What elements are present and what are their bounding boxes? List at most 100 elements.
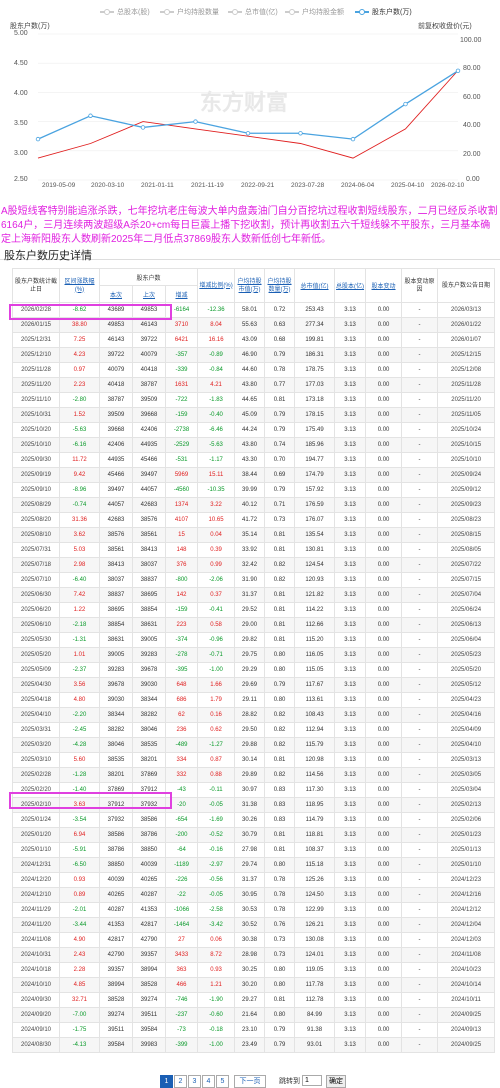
header-total-shares[interactable]: 总股本(亿)	[334, 268, 367, 303]
cell-current: 38576	[99, 527, 133, 543]
cell-current: 39005	[99, 647, 133, 663]
page-button[interactable]: 1	[160, 1075, 173, 1088]
cell-total-shares: 3.13	[334, 512, 367, 528]
table-row: 2025/06/30 7.42 38837 38695 142 0.37 31.37 0.81…	[12, 587, 496, 603]
cell-announce-date: 2024/11/08	[437, 947, 496, 963]
cell-avg-shares: 0.73	[264, 512, 296, 528]
cell-date: 2025/02/20	[12, 782, 60, 798]
cell-total-mv: 119.05	[294, 962, 336, 978]
cell-avg-value: 27.98	[234, 842, 266, 858]
cell-avg-value: 35.14	[234, 527, 266, 543]
cell-total-shares: 3.13	[334, 467, 367, 483]
cell-change-ratio: -0.52	[197, 827, 236, 843]
cell-announce-date: 2025/08/23	[437, 512, 496, 528]
header-range-change[interactable]: 区间涨跌幅(%)	[59, 268, 100, 303]
cell-share-change: 0.00	[365, 737, 403, 753]
cell-date: 2025/05/30	[12, 632, 60, 648]
cell-change: -4560	[164, 482, 199, 498]
cell-share-reason: -	[401, 527, 439, 543]
header-change-ratio[interactable]: 增减比例(%)	[197, 268, 236, 303]
cell-avg-value: 30.14	[234, 752, 266, 768]
cell-change-ratio: -0.56	[197, 872, 236, 888]
header-current[interactable]: 本次	[99, 285, 133, 303]
cell-date: 2025/10/31	[12, 407, 60, 423]
table-row: 2025/07/18 2.98 38413 38037 376 0.99 32.42 0.82…	[12, 557, 496, 573]
cell-range-change: 4.80	[59, 692, 100, 708]
next-page-button[interactable]: 下一页	[234, 1075, 266, 1088]
cell-date: 2025/07/31	[12, 542, 60, 558]
cell-current: 39511	[99, 1022, 133, 1038]
cell-range-change: 3.63	[59, 797, 100, 813]
header-share-change[interactable]: 股本变动	[365, 268, 403, 303]
cell-total-mv: 91.38	[294, 1022, 336, 1038]
page-button[interactable]: 5	[216, 1075, 229, 1088]
cell-share-change: 0.00	[365, 302, 403, 318]
cell-total-shares: 3.13	[334, 752, 367, 768]
page-button[interactable]: 2	[174, 1075, 187, 1088]
cell-announce-date: 2025/06/13	[437, 617, 496, 633]
cell-avg-shares: 0.79	[264, 347, 296, 363]
cell-previous: 38528	[132, 977, 166, 993]
cell-date: 2024/09/20	[12, 1007, 60, 1023]
cell-total-shares: 3.13	[334, 392, 367, 408]
cell-previous: 38695	[132, 587, 166, 603]
cell-share-reason: -	[401, 737, 439, 753]
table-row: 2025/03/20 -4.28 38046 38535 -489 -1.27 29.88 0…	[12, 737, 496, 753]
cell-share-change: 0.00	[365, 902, 403, 918]
cell-change-ratio: -0.40	[197, 407, 236, 423]
cell-change-ratio: 0.62	[197, 722, 236, 738]
cell-change-ratio: -6.46	[197, 422, 236, 438]
cell-announce-date: 2024/12/03	[437, 932, 496, 948]
cell-range-change: -0.74	[59, 497, 100, 513]
header-change[interactable]: 增减	[164, 285, 199, 303]
jump-confirm-button[interactable]: 确定	[326, 1075, 346, 1088]
cell-change: -800	[164, 572, 199, 588]
cell-current: 40287	[99, 902, 133, 918]
cell-date: 2025/12/10	[12, 347, 60, 363]
header-previous[interactable]: 上次	[132, 285, 166, 303]
cell-change: 3710	[164, 317, 199, 333]
cell-avg-shares: 0.79	[264, 407, 296, 423]
cell-share-reason: -	[401, 1037, 439, 1053]
cell-date: 2024/09/10	[12, 1022, 60, 1038]
cell-avg-value: 21.64	[234, 1007, 266, 1023]
cell-change: -746	[164, 992, 199, 1008]
page-button[interactable]: 3	[188, 1075, 201, 1088]
header-avg-shares[interactable]: 户均持股数量(万)	[264, 268, 296, 303]
holders-point	[193, 119, 198, 124]
header-date[interactable]: 股东户数统计截止日	[12, 268, 60, 303]
cell-avg-shares: 0.80	[264, 692, 296, 708]
cell-previous: 39030	[132, 677, 166, 693]
cell-share-reason: -	[401, 347, 439, 363]
cell-total-mv: 114.56	[294, 767, 336, 783]
cell-current: 38850	[99, 857, 133, 873]
cell-announce-date: 2024/09/25	[437, 1037, 496, 1053]
cell-previous: 38786	[132, 827, 166, 843]
cell-total-mv: 116.05	[294, 647, 336, 663]
table-row: 2025/11/20 2.23 40418 38787 1631 4.21 43.80 0.7…	[12, 377, 496, 393]
cell-announce-date: 2025/03/05	[437, 767, 496, 783]
cell-change: -226	[164, 872, 199, 888]
cell-avg-value: 30.25	[234, 962, 266, 978]
cell-share-change: 0.00	[365, 722, 403, 738]
cell-share-reason: -	[401, 332, 439, 348]
cell-change-ratio: -1.00	[197, 1037, 236, 1053]
cell-share-change: 0.00	[365, 407, 403, 423]
cell-total-mv: 118.95	[294, 797, 336, 813]
header-total-mv[interactable]: 总市值(亿)	[294, 268, 336, 303]
table-row: 2025/06/20 1.22 38695 38854 -159 -0.41 29.52 0.…	[12, 602, 496, 618]
cell-announce-date: 2024/12/16	[437, 887, 496, 903]
cell-current: 39668	[99, 422, 133, 438]
jump-page-input[interactable]	[302, 1075, 322, 1086]
cell-change: 376	[164, 557, 199, 573]
header-avg-value[interactable]: 户均持股市值(万)	[234, 268, 266, 303]
cell-share-reason: -	[401, 497, 439, 513]
cell-date: 2024/11/20	[12, 917, 60, 933]
cell-total-mv: 253.43	[294, 302, 336, 318]
cell-change-ratio: -0.05	[197, 887, 236, 903]
cell-previous: 38561	[132, 527, 166, 543]
page-button[interactable]: 4	[202, 1075, 215, 1088]
header-announce-date[interactable]: 股东户数公告日期	[437, 268, 496, 303]
cell-change: -2738	[164, 422, 199, 438]
table-row: 2025/12/10 4.23 39722 40079 -357 -0.89 46.90 0.…	[12, 347, 496, 363]
